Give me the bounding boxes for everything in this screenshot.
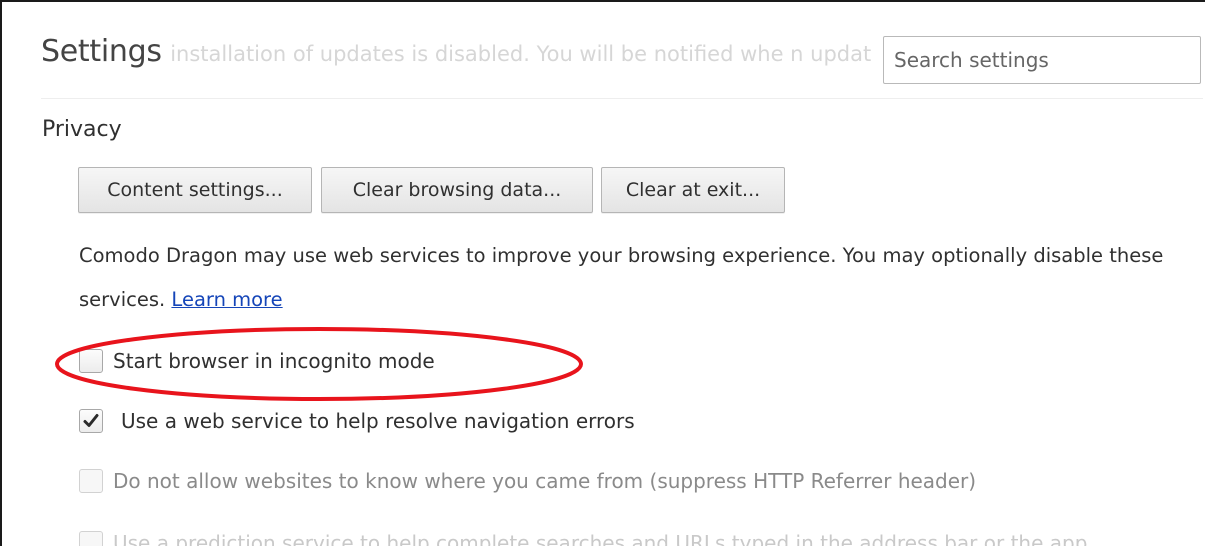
option-navigation-errors-label: Use a web service to help resolve naviga…	[121, 409, 635, 433]
checkmark-icon	[83, 414, 99, 427]
settings-window: c installation of updates is disabled. Y…	[0, 0, 1205, 546]
suppress-referrer-checkbox	[79, 469, 103, 493]
privacy-description: Comodo Dragon may use web services to im…	[79, 234, 1199, 322]
incognito-checkbox[interactable]	[79, 349, 103, 373]
option-suppress-referrer-label: Do not allow websites to know where you …	[113, 469, 977, 493]
header-divider	[41, 98, 1203, 99]
section-title-privacy: Privacy	[42, 117, 122, 142]
clear-browsing-data-button[interactable]: Clear browsing data...	[321, 167, 593, 213]
clear-at-exit-button[interactable]: Clear at exit...	[601, 167, 785, 213]
page-title: Settings	[41, 34, 166, 69]
option-incognito[interactable]: Start browser in incognito mode	[79, 346, 435, 376]
content-settings-button[interactable]: Content settings...	[78, 167, 312, 213]
option-prediction-service-label: Use a prediction service to help complet…	[113, 531, 1088, 546]
background-update-notice: c installation of updates is disabled. Y…	[152, 42, 872, 66]
option-prediction-service: Use a prediction service to help complet…	[79, 528, 1087, 546]
option-incognito-label: Start browser in incognito mode	[113, 349, 435, 373]
option-navigation-errors[interactable]: Use a web service to help resolve naviga…	[79, 406, 635, 436]
search-input[interactable]	[884, 37, 1200, 83]
prediction-service-checkbox	[79, 531, 103, 546]
navigation-errors-checkbox[interactable]	[79, 409, 103, 433]
learn-more-link[interactable]: Learn more	[171, 288, 282, 311]
option-suppress-referrer: Do not allow websites to know where you …	[79, 466, 976, 496]
search-box[interactable]	[883, 36, 1201, 84]
